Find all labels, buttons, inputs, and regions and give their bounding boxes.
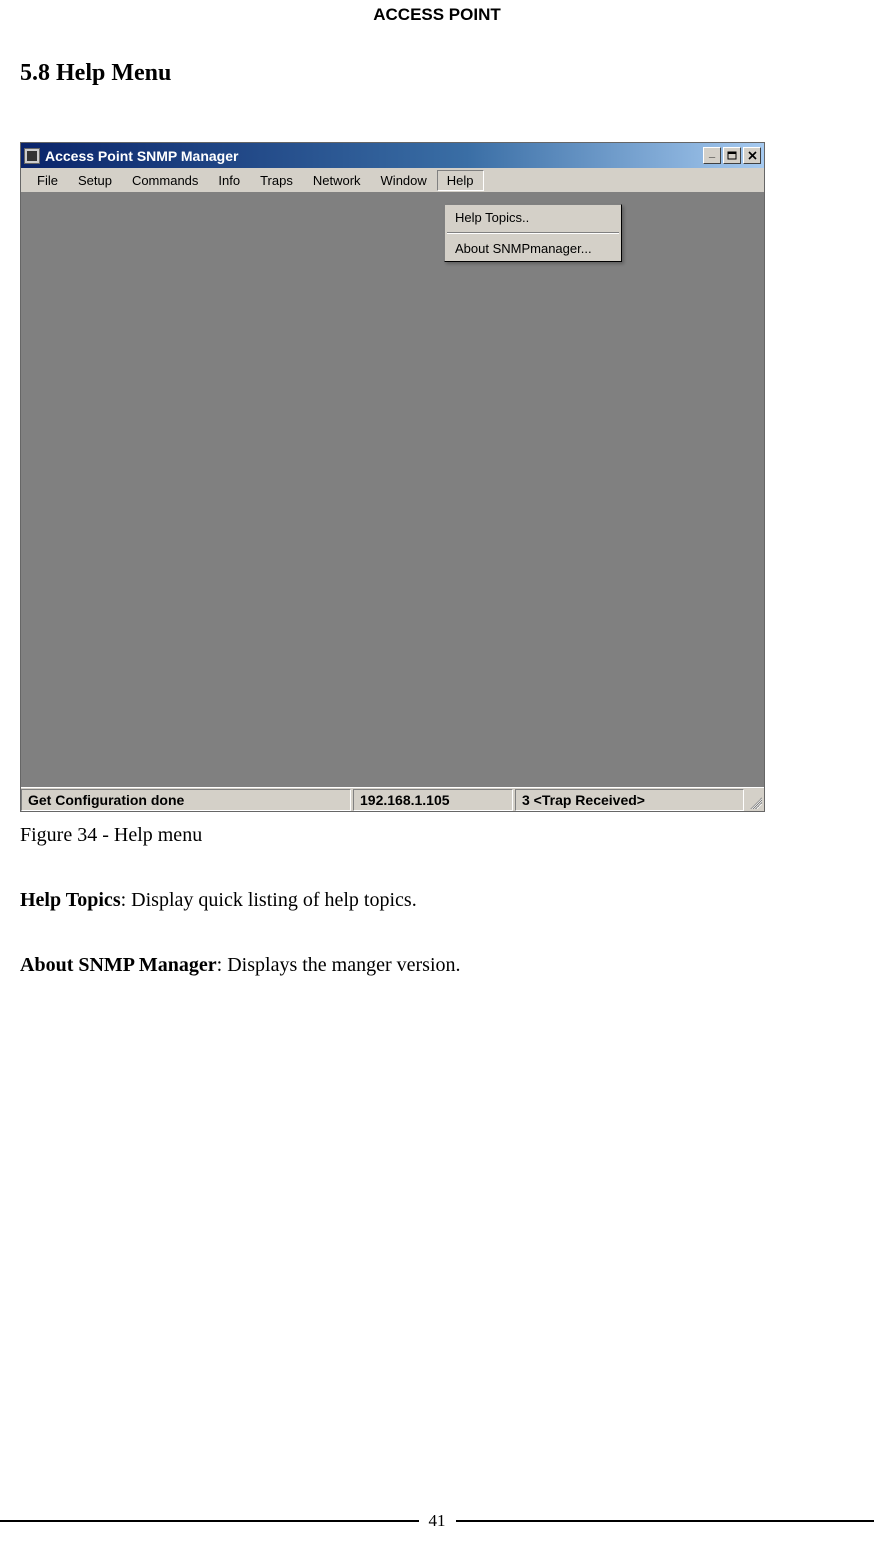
menu-window[interactable]: Window bbox=[371, 170, 437, 191]
status-message: Get Configuration done bbox=[21, 789, 351, 811]
menu-setup[interactable]: Setup bbox=[68, 170, 122, 191]
menu-file[interactable]: File bbox=[27, 170, 68, 191]
page-number: 41 bbox=[419, 1511, 456, 1531]
app-icon bbox=[24, 148, 40, 164]
mdi-client-area bbox=[21, 192, 764, 787]
menu-help-topics[interactable]: Help Topics.. bbox=[445, 205, 621, 230]
section-title: 5.8 Help Menu bbox=[20, 60, 854, 87]
paragraph-about: About SNMP Manager: Displays the manger … bbox=[20, 954, 854, 977]
menu-separator bbox=[447, 232, 619, 234]
window-title: Access Point SNMP Manager bbox=[45, 148, 238, 164]
statusbar: Get Configuration done 192.168.1.105 3 <… bbox=[21, 787, 764, 811]
footer-line-left bbox=[0, 1520, 419, 1522]
bold-help-topics: Help Topics bbox=[20, 889, 121, 911]
figure-caption: Figure 34 - Help menu bbox=[20, 824, 854, 847]
help-dropdown-menu: Help Topics.. About SNMPmanager... bbox=[444, 204, 622, 262]
window-titlebar: Access Point SNMP Manager _ bbox=[21, 143, 764, 168]
page-header: ACCESS POINT bbox=[20, 0, 854, 25]
text-about: : Displays the manger version. bbox=[217, 954, 461, 976]
footer-line-right bbox=[456, 1520, 874, 1522]
restore-button[interactable] bbox=[723, 147, 741, 164]
page-footer: 41 bbox=[0, 1511, 874, 1531]
menubar: File Setup Commands Info Traps Network W… bbox=[21, 168, 764, 192]
menu-about-snmpmanager[interactable]: About SNMPmanager... bbox=[445, 236, 621, 261]
status-trap: 3 <Trap Received> bbox=[515, 789, 744, 811]
paragraph-help-topics: Help Topics: Display quick listing of he… bbox=[20, 889, 854, 912]
window-controls: _ bbox=[703, 147, 761, 164]
menu-commands[interactable]: Commands bbox=[122, 170, 208, 191]
menu-info[interactable]: Info bbox=[208, 170, 250, 191]
menu-help[interactable]: Help bbox=[437, 170, 484, 191]
menu-traps[interactable]: Traps bbox=[250, 170, 303, 191]
text-help-topics: : Display quick listing of help topics. bbox=[121, 889, 417, 911]
bold-about: About SNMP Manager bbox=[20, 954, 217, 976]
minimize-button[interactable]: _ bbox=[703, 147, 721, 164]
status-ip: 192.168.1.105 bbox=[353, 789, 513, 811]
screenshot-window: Access Point SNMP Manager _ File Setup C… bbox=[20, 142, 765, 812]
close-button[interactable] bbox=[743, 147, 761, 164]
resize-grip[interactable] bbox=[746, 789, 764, 811]
menu-network[interactable]: Network bbox=[303, 170, 371, 191]
